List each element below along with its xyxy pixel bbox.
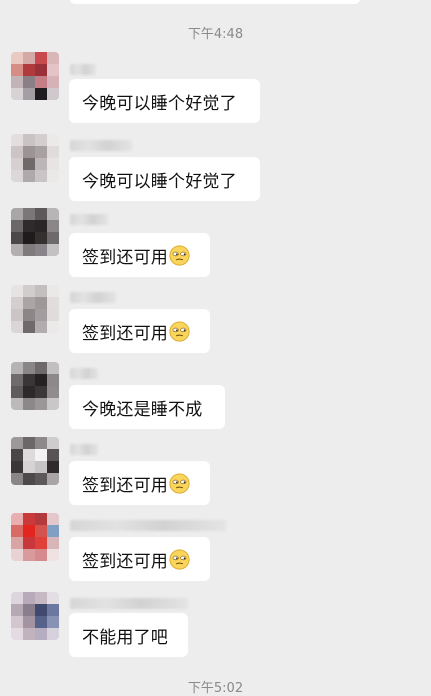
timestamp: 下午5:02 [187,681,244,696]
message-bubble[interactable]: 签到还可用 [69,461,210,505]
sender-name [70,292,116,303]
avatar[interactable] [11,134,59,182]
message-text: 签到还可用 [82,323,168,344]
timestamp: 下午4:48 [187,27,244,42]
message-bubble[interactable]: 不能用了吧 [69,613,188,657]
message-text: 签到还可用 [82,551,168,572]
unamused-face-icon [169,472,190,494]
avatar[interactable] [11,592,59,640]
message-bubble[interactable]: 今晚可以睡个好觉了 [69,157,260,201]
sender-name [70,140,132,151]
unamused-face-icon [169,320,190,342]
message-text: 不能用了吧 [82,627,168,648]
sender-name [70,214,108,225]
message-bubble[interactable]: 今晚可以睡个好觉了 [69,79,260,123]
message-bubble[interactable]: 今晚还是睡不成 [69,385,225,429]
message-bubble[interactable]: 签到还可用 [69,233,210,277]
avatar[interactable] [11,285,59,333]
sender-name [70,598,188,609]
sender-name [70,520,226,531]
sender-name [70,368,98,379]
sender-name [70,64,96,75]
message-text: 签到还可用 [82,475,168,496]
unamused-face-icon [169,244,190,266]
message-text: 今晚可以睡个好觉了 [82,171,237,192]
avatar[interactable] [11,52,59,100]
message-text: 今晚还是睡不成 [82,399,203,420]
message-bubble[interactable]: 签到还可用 [69,309,210,353]
avatar[interactable] [11,513,59,561]
avatar[interactable] [11,362,59,410]
message-text: 今晚可以睡个好觉了 [82,93,237,114]
avatar[interactable] [11,208,59,256]
message-text: 签到还可用 [82,247,168,268]
sender-name [70,444,98,455]
previous-message-bubble[interactable] [70,0,360,4]
message-bubble[interactable]: 签到还可用 [69,537,210,581]
avatar[interactable] [11,437,59,485]
unamused-face-icon [169,548,190,570]
